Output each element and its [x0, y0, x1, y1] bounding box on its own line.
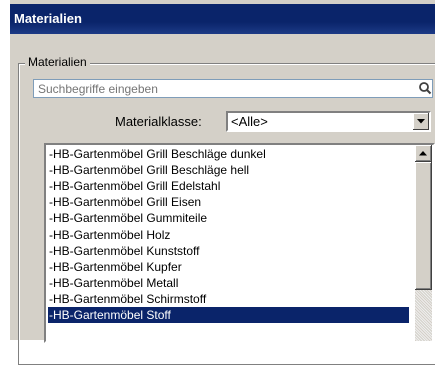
scroll-up-button[interactable]	[415, 145, 432, 162]
list-item[interactable]: -HB-Gartenmöbel Metall	[48, 275, 409, 291]
search-input[interactable]	[34, 80, 412, 97]
list-item[interactable]: -HB-Gartenmöbel Grill Beschläge hell	[48, 162, 409, 178]
dropdown-button[interactable]	[412, 113, 429, 130]
material-class-label: Materialklasse:	[115, 114, 202, 129]
list-item[interactable]: -HB-Gartenmöbel Grill Beschläge dunkel	[48, 146, 409, 162]
list-scrollbar[interactable]	[415, 145, 432, 341]
list-item[interactable]: -HB-Gartenmöbel Stoff	[48, 307, 409, 323]
list-item[interactable]: -HB-Gartenmöbel Grill Edelstahl	[48, 178, 409, 194]
materials-list[interactable]: -HB-Gartenmöbel Stoff -HB-Gartenmöbel Sch…	[44, 143, 435, 343]
search-icon[interactable]	[418, 80, 434, 97]
list-item[interactable]: -HB-Gartenmöbel Holz	[48, 227, 409, 243]
list-item[interactable]: -HB-Gartenmöbel Grill Eisen	[48, 194, 409, 210]
list-item[interactable]: -HB-Gartenmöbel Kunststoff	[48, 243, 409, 259]
window-title: Materialien	[10, 4, 435, 34]
search-box[interactable]	[33, 79, 433, 98]
chevron-down-icon	[417, 119, 425, 124]
group-label: Materialien	[25, 55, 90, 69]
scroll-thumb[interactable]	[415, 162, 432, 290]
chevron-up-icon	[419, 151, 427, 156]
list-item[interactable]: -HB-Gartenmöbel Gummiteile	[48, 210, 409, 226]
material-class-select[interactable]: <Alle>	[226, 111, 431, 132]
material-class-value: <Alle>	[231, 114, 268, 129]
list-item[interactable]: -HB-Gartenmöbel Kupfer	[48, 259, 409, 275]
list-item[interactable]: -HB-Gartenmöbel Schirmstoff	[48, 291, 409, 307]
